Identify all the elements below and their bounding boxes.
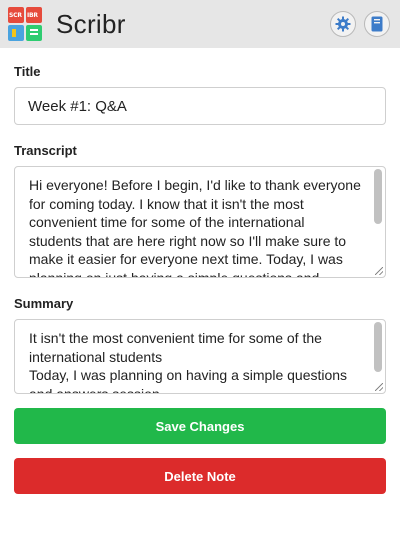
summary-label: Summary bbox=[14, 296, 74, 311]
transcript-label: Transcript bbox=[14, 143, 77, 158]
title-input[interactable] bbox=[14, 87, 386, 125]
summary-textarea[interactable]: It isn't the most convenient time for so… bbox=[15, 320, 385, 393]
app-header: SCR IBR Scribr bbox=[0, 0, 400, 48]
settings-button[interactable] bbox=[330, 11, 356, 37]
resize-grip-icon[interactable] bbox=[375, 383, 383, 391]
resize-grip-icon[interactable] bbox=[375, 267, 383, 275]
gear-icon bbox=[335, 16, 351, 32]
summary-field-wrap: It isn't the most convenient time for so… bbox=[14, 319, 386, 394]
notebook-icon bbox=[371, 16, 383, 32]
summary-scrollbar[interactable] bbox=[374, 322, 382, 372]
delete-note-button[interactable]: Delete Note bbox=[14, 458, 386, 494]
title-label: Title bbox=[14, 64, 41, 79]
app-title: Scribr bbox=[56, 8, 126, 39]
transcript-scrollbar[interactable] bbox=[374, 169, 382, 224]
transcript-field-wrap: Hi everyone! Before I begin, I'd like to… bbox=[14, 166, 386, 278]
notes-button[interactable] bbox=[364, 11, 390, 37]
note-editor: Title Transcript Hi everyone! Before I b… bbox=[0, 48, 400, 494]
save-changes-button[interactable]: Save Changes bbox=[14, 408, 386, 444]
scribr-logo: SCR IBR bbox=[8, 7, 42, 41]
transcript-textarea[interactable]: Hi everyone! Before I begin, I'd like to… bbox=[15, 167, 385, 277]
